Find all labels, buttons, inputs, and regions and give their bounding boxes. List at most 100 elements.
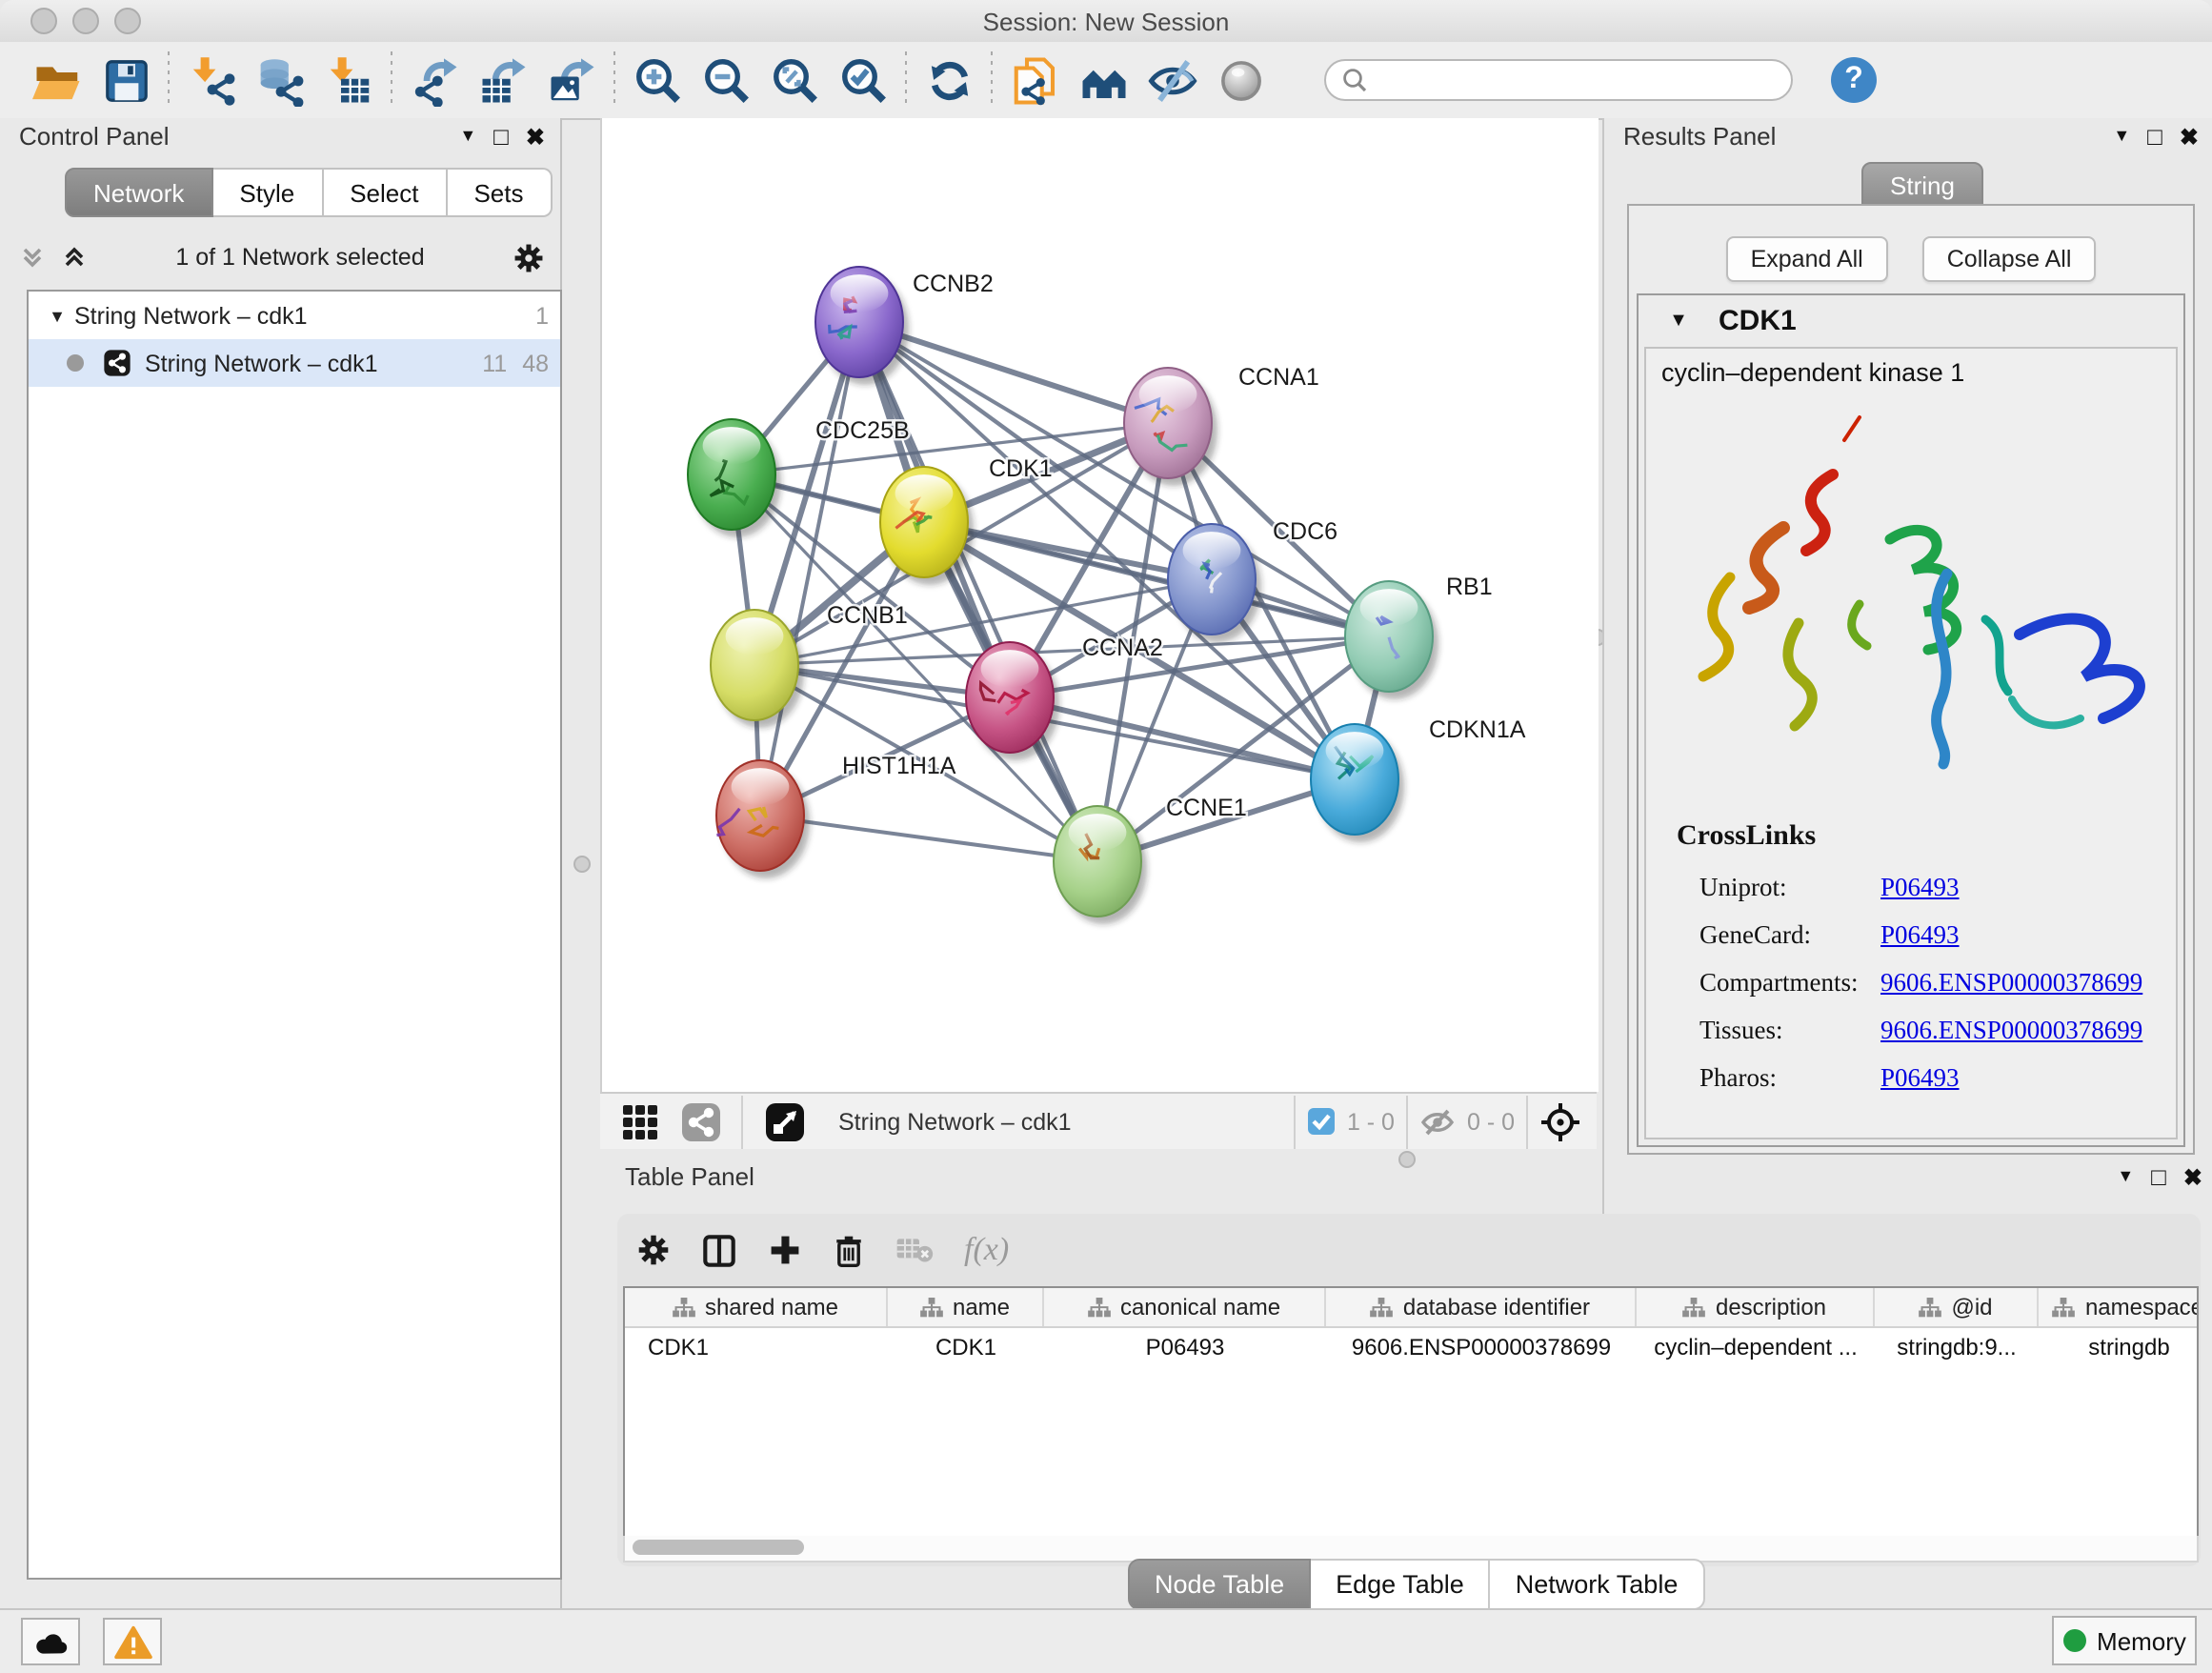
network-canvas[interactable]: CCNB2CCNA1CDC25BCDK1CDC6RB1CCNB1CCNA2CDK… [600,118,1599,1092]
edge-count: 48 [522,350,549,376]
export-network-button[interactable] [400,48,469,112]
expand-all-button[interactable]: Expand All [1726,236,1888,282]
hide-selected-button[interactable] [1137,48,1206,112]
tab-network[interactable]: Network [65,168,212,217]
panel-close-icon[interactable]: ✖ [2180,125,2199,148]
column-header-description[interactable]: description [1637,1288,1875,1326]
clone-network-button[interactable] [1000,48,1069,112]
panel-close-icon[interactable]: ✖ [526,125,545,148]
table-cell[interactable]: CDK1 [625,1328,888,1366]
table-cell[interactable]: CDK1 [888,1328,1044,1366]
column-header-sharedname[interactable]: shared name [625,1288,888,1326]
panel-float-icon[interactable]: □ [493,124,509,149]
tab-style[interactable]: Style [212,168,323,217]
apply-layout-button[interactable] [915,48,983,112]
search-box[interactable] [1324,59,1793,101]
memory-button[interactable]: Memory [2052,1616,2197,1665]
string-app-icon[interactable] [680,1100,722,1142]
fit-selected-crosshair-icon[interactable] [1539,1100,1581,1142]
network-node-rb1[interactable]: RB1 [1345,574,1493,699]
tab-select[interactable]: Select [323,168,447,217]
panel-close-icon[interactable]: ✖ [2183,1165,2202,1188]
table-cell[interactable]: P06493 [1044,1328,1326,1366]
zoom-out-button[interactable] [692,48,760,112]
left-splitter-handle[interactable] [573,856,591,873]
save-session-button[interactable] [91,48,160,112]
first-neighbors-button[interactable] [1069,48,1137,112]
collapse-all-networks-icon[interactable] [19,244,46,271]
import-network-file-button[interactable] [177,48,246,112]
panel-float-icon[interactable]: □ [2147,124,2162,149]
crosslink-link[interactable]: P06493 [1880,1063,1960,1094]
import-network-database-button[interactable] [246,48,314,112]
crosslink-link[interactable]: P06493 [1880,920,1960,951]
tree-expander-icon[interactable]: ▼ [40,306,74,325]
panel-collapse-icon[interactable]: ▼ [2117,1168,2134,1185]
add-column-icon[interactable] [768,1233,802,1267]
network-node-ccne1[interactable]: CCNE1 [1054,795,1247,924]
network-tree-item[interactable]: String Network – cdk11148 [29,339,560,387]
network-options-gear-icon[interactable] [513,241,545,273]
collapse-all-button[interactable]: Collapse All [1922,236,2097,282]
table-cell[interactable]: stringdb:9... [1875,1328,2039,1366]
column-header-canonicalname[interactable]: canonical name [1044,1288,1326,1326]
table-row[interactable]: CDK1CDK1P064939606.ENSP00000378699cyclin… [625,1328,2197,1366]
network-node-cdkn1a[interactable]: CDKN1A [1311,716,1526,842]
table-cell[interactable]: stringdb [2039,1328,2199,1366]
search-input[interactable] [1368,65,1776,95]
panel-collapse-icon[interactable]: ▼ [2113,128,2130,145]
column-header-namespace[interactable]: namespace [2039,1288,2199,1326]
import-table-button[interactable] [314,48,383,112]
table-cell[interactable]: cyclin–dependent ... [1637,1328,1875,1366]
expand-all-networks-icon[interactable] [61,244,88,271]
show-columns-icon[interactable] [701,1232,737,1268]
crosslink-link[interactable]: 9606.ENSP00000378699 [1880,968,2142,998]
network-edge[interactable] [760,816,1097,861]
control-panel-title: Control Panel [19,122,170,151]
protein-name: CDK1 [1719,305,1797,337]
zoom-fit-button[interactable] [760,48,829,112]
tab-network-table[interactable]: Network Table [1491,1559,1705,1610]
column-label: canonical name [1120,1294,1280,1320]
show-grid-icon[interactable] [619,1100,661,1142]
protein-section-header[interactable]: ▼ CDK1 [1639,295,2183,347]
show-all-button[interactable] [1206,48,1275,112]
network-node-cdc6[interactable]: CDC6 [1168,518,1337,642]
birds-eye-view-icon[interactable] [762,1099,808,1144]
table-cell[interactable]: 9606.ENSP00000378699 [1326,1328,1637,1366]
network-edge[interactable] [859,322,1097,861]
column-header-name[interactable]: name [888,1288,1044,1326]
network-node-ccna2[interactable]: CCNA2 [966,635,1163,760]
column-header-id[interactable]: @id [1875,1288,2039,1326]
scrollbar-thumb[interactable] [633,1540,804,1555]
tab-sets[interactable]: Sets [447,168,552,217]
tab-string[interactable]: String [1861,162,1983,208]
selected-checkbox-icon[interactable] [1307,1107,1336,1136]
zoom-selected-button[interactable] [829,48,897,112]
table-options-gear-icon[interactable] [636,1233,671,1267]
section-collapse-icon[interactable]: ▼ [1639,311,1719,332]
tab-edge-table[interactable]: Edge Table [1311,1559,1491,1610]
help-button[interactable]: ? [1831,57,1877,103]
delete-column-icon[interactable] [833,1232,865,1268]
attribute-type-icon [1088,1297,1111,1318]
export-table-button[interactable] [469,48,537,112]
node-table[interactable]: shared namename canonical name database id… [623,1286,2199,1540]
cloud-button[interactable] [21,1618,80,1665]
network-edge[interactable] [760,322,859,816]
crosslink-link[interactable]: P06493 [1880,873,1960,903]
current-network-dot-icon [67,354,84,372]
tab-node-table[interactable]: Node Table [1128,1559,1311,1610]
network-node-ccna1[interactable]: CCNA1 [1124,364,1319,486]
panel-float-icon[interactable]: □ [2151,1164,2166,1189]
open-file-button[interactable] [23,48,91,112]
crosslink-link[interactable]: 9606.ENSP00000378699 [1880,1016,2142,1046]
export-image-button[interactable] [537,48,606,112]
panel-collapse-icon[interactable]: ▼ [459,128,476,145]
warnings-button[interactable] [103,1618,162,1665]
network-tree-item[interactable]: ▼String Network – cdk11 [29,292,560,339]
zoom-in-button[interactable] [623,48,692,112]
column-header-databaseidentifier[interactable]: database identifier [1326,1288,1637,1326]
network-node-ccnb2[interactable]: CCNB2 [815,267,994,385]
network-node-hist1h1a[interactable]: HIST1H1A [716,753,956,878]
